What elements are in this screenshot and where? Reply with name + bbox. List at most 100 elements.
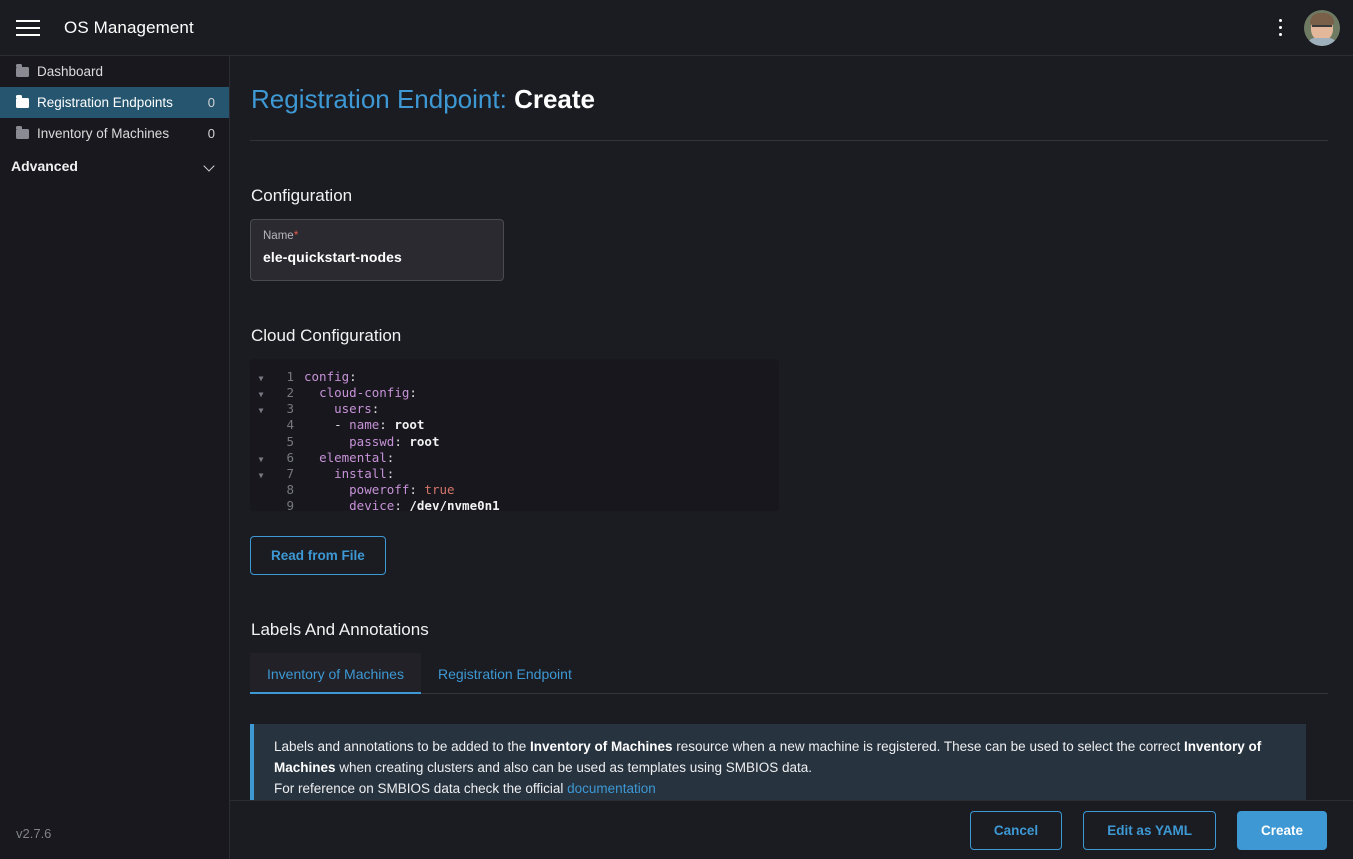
yaml-colon: : — [372, 401, 380, 416]
avatar-hair — [1310, 13, 1334, 25]
required-marker: * — [294, 228, 299, 242]
line-number: 5 — [272, 434, 294, 450]
yaml-colon: : — [409, 482, 417, 497]
line-number: 7 — [272, 466, 294, 482]
line-number: 4 — [272, 417, 294, 433]
cancel-button[interactable]: Cancel — [970, 811, 1062, 850]
name-input[interactable]: ele-quickstart-nodes — [263, 249, 491, 265]
fold-arrow-icon[interactable]: ▼ — [250, 468, 272, 484]
page-divider — [250, 140, 1328, 141]
code-text: - name: root — [304, 417, 424, 433]
more-vertical-icon[interactable] — [1260, 0, 1300, 56]
sidebar-item-label: Dashboard — [37, 64, 207, 79]
labels-annotations-panel: Labels and annotations to be added to th… — [250, 694, 1328, 814]
yaml-value: /dev/nvme0n1 — [402, 498, 500, 511]
code-text: cloud-config: — [304, 385, 417, 401]
code-line: 9 device: /dev/nvme0n1 — [250, 498, 779, 511]
yaml-colon: : — [349, 369, 357, 384]
line-number: 8 — [272, 482, 294, 498]
footer-action-bar: Cancel Edit as YAML Create — [230, 800, 1353, 859]
page-head: Registration Endpoint: Create — [250, 56, 1328, 141]
fold-arrow-icon[interactable]: ▼ — [250, 403, 272, 419]
banner-text-2: resource when a new machine is registere… — [673, 739, 1185, 754]
page-title-strong: Create — [514, 84, 595, 114]
edit-as-yaml-button[interactable]: Edit as YAML — [1083, 811, 1216, 850]
documentation-link[interactable]: documentation — [567, 781, 656, 796]
sidebar-item-registration-endpoints[interactable]: Registration Endpoints 0 — [0, 87, 229, 118]
sidebar-group-advanced[interactable]: Advanced — [0, 150, 229, 182]
folder-icon — [16, 98, 29, 108]
yaml-colon: : — [379, 417, 387, 432]
code-line: 5 passwd: root — [250, 434, 779, 450]
body-split: Dashboard Registration Endpoints 0 Inven… — [0, 56, 1353, 859]
yaml-key: poweroff — [349, 482, 409, 497]
line-number: 1 — [272, 369, 294, 385]
yaml-key: name — [349, 417, 379, 432]
code-line: ▼1 config: — [250, 369, 779, 385]
read-from-file-button[interactable]: Read from File — [250, 536, 386, 575]
configuration-section-title: Configuration — [250, 186, 1328, 206]
sidebar-item-label: Inventory of Machines — [37, 126, 200, 141]
folder-icon — [16, 67, 29, 77]
sidebar: Dashboard Registration Endpoints 0 Inven… — [0, 56, 230, 859]
page-title-prefix: Registration Endpoint: — [251, 84, 507, 114]
banner-strong-1: Inventory of Machines — [530, 739, 673, 754]
yaml-key: elemental — [319, 450, 387, 465]
code-text: poweroff: true — [304, 482, 455, 498]
yaml-colon: : — [394, 434, 402, 449]
banner-text-4: For reference on SMBIOS data check the o… — [274, 781, 567, 796]
sidebar-item-inventory-of-machines[interactable]: Inventory of Machines 0 — [0, 118, 229, 149]
labels-annotations-tabs: Inventory of Machines Registration Endpo… — [250, 653, 1328, 694]
yaml-value: true — [417, 482, 455, 497]
avatar-glasses — [1312, 25, 1332, 31]
main-content: Registration Endpoint: Create Configurat… — [230, 56, 1353, 859]
sidebar-item-label: Registration Endpoints — [37, 95, 200, 110]
line-number: 3 — [272, 401, 294, 417]
line-number: 2 — [272, 385, 294, 401]
create-button[interactable]: Create — [1237, 811, 1327, 850]
cloud-configuration-section-title: Cloud Configuration — [250, 326, 1328, 346]
tab-inventory-of-machines[interactable]: Inventory of Machines — [250, 653, 421, 693]
page-title: Registration Endpoint: Create — [250, 84, 1328, 115]
code-line: ▼3 users: — [250, 401, 779, 417]
line-number: 9 — [272, 498, 294, 511]
yaml-key: config — [304, 369, 349, 384]
code-text: install: — [304, 466, 394, 482]
app-title: OS Management — [64, 18, 194, 38]
name-field[interactable]: Name* ele-quickstart-nodes — [250, 219, 504, 281]
code-line: 8 poweroff: true — [250, 482, 779, 498]
hamburger-icon[interactable] — [0, 0, 56, 56]
fold-arrow-icon[interactable]: ▼ — [250, 387, 272, 403]
folder-icon — [16, 129, 29, 139]
code-line: 4 - name: root — [250, 417, 779, 433]
code-text: elemental: — [304, 450, 394, 466]
yaml-colon: : — [387, 450, 395, 465]
top-header: OS Management — [0, 0, 1353, 56]
yaml-value: root — [402, 434, 440, 449]
yaml-dash: - — [334, 417, 349, 432]
sidebar-item-dashboard[interactable]: Dashboard — [0, 56, 229, 87]
version-label: v2.7.6 — [0, 826, 229, 859]
fold-arrow-icon[interactable]: ▼ — [250, 371, 272, 387]
sidebar-item-count: 0 — [208, 95, 215, 110]
app-root: OS Management Dashboard Registration End… — [0, 0, 1353, 859]
code-line: ▼6 elemental: — [250, 450, 779, 466]
name-field-label-text: Name — [263, 230, 294, 242]
code-line: ▼2 cloud-config: — [250, 385, 779, 401]
yaml-value: root — [387, 417, 425, 432]
yaml-colon: : — [394, 498, 402, 511]
yaml-key: device — [349, 498, 394, 511]
yaml-key: passwd — [349, 434, 394, 449]
avatar[interactable] — [1304, 10, 1340, 46]
code-text: users: — [304, 401, 379, 417]
cloud-config-code-editor[interactable]: ▼1config:▼2 cloud-config:▼3 users:4 - na… — [250, 359, 779, 511]
main-scroll-area[interactable]: Registration Endpoint: Create Configurat… — [230, 56, 1353, 859]
tab-registration-endpoint[interactable]: Registration Endpoint — [421, 653, 589, 693]
fold-arrow-icon[interactable]: ▼ — [250, 452, 272, 468]
yaml-colon: : — [409, 385, 417, 400]
chevron-down-icon — [204, 161, 215, 172]
code-text: device: /dev/nvme0n1 — [304, 498, 500, 511]
name-field-label: Name* — [263, 228, 491, 242]
banner-text-3: when creating clusters and also can be u… — [336, 760, 813, 775]
avatar-shirt — [1307, 38, 1337, 46]
